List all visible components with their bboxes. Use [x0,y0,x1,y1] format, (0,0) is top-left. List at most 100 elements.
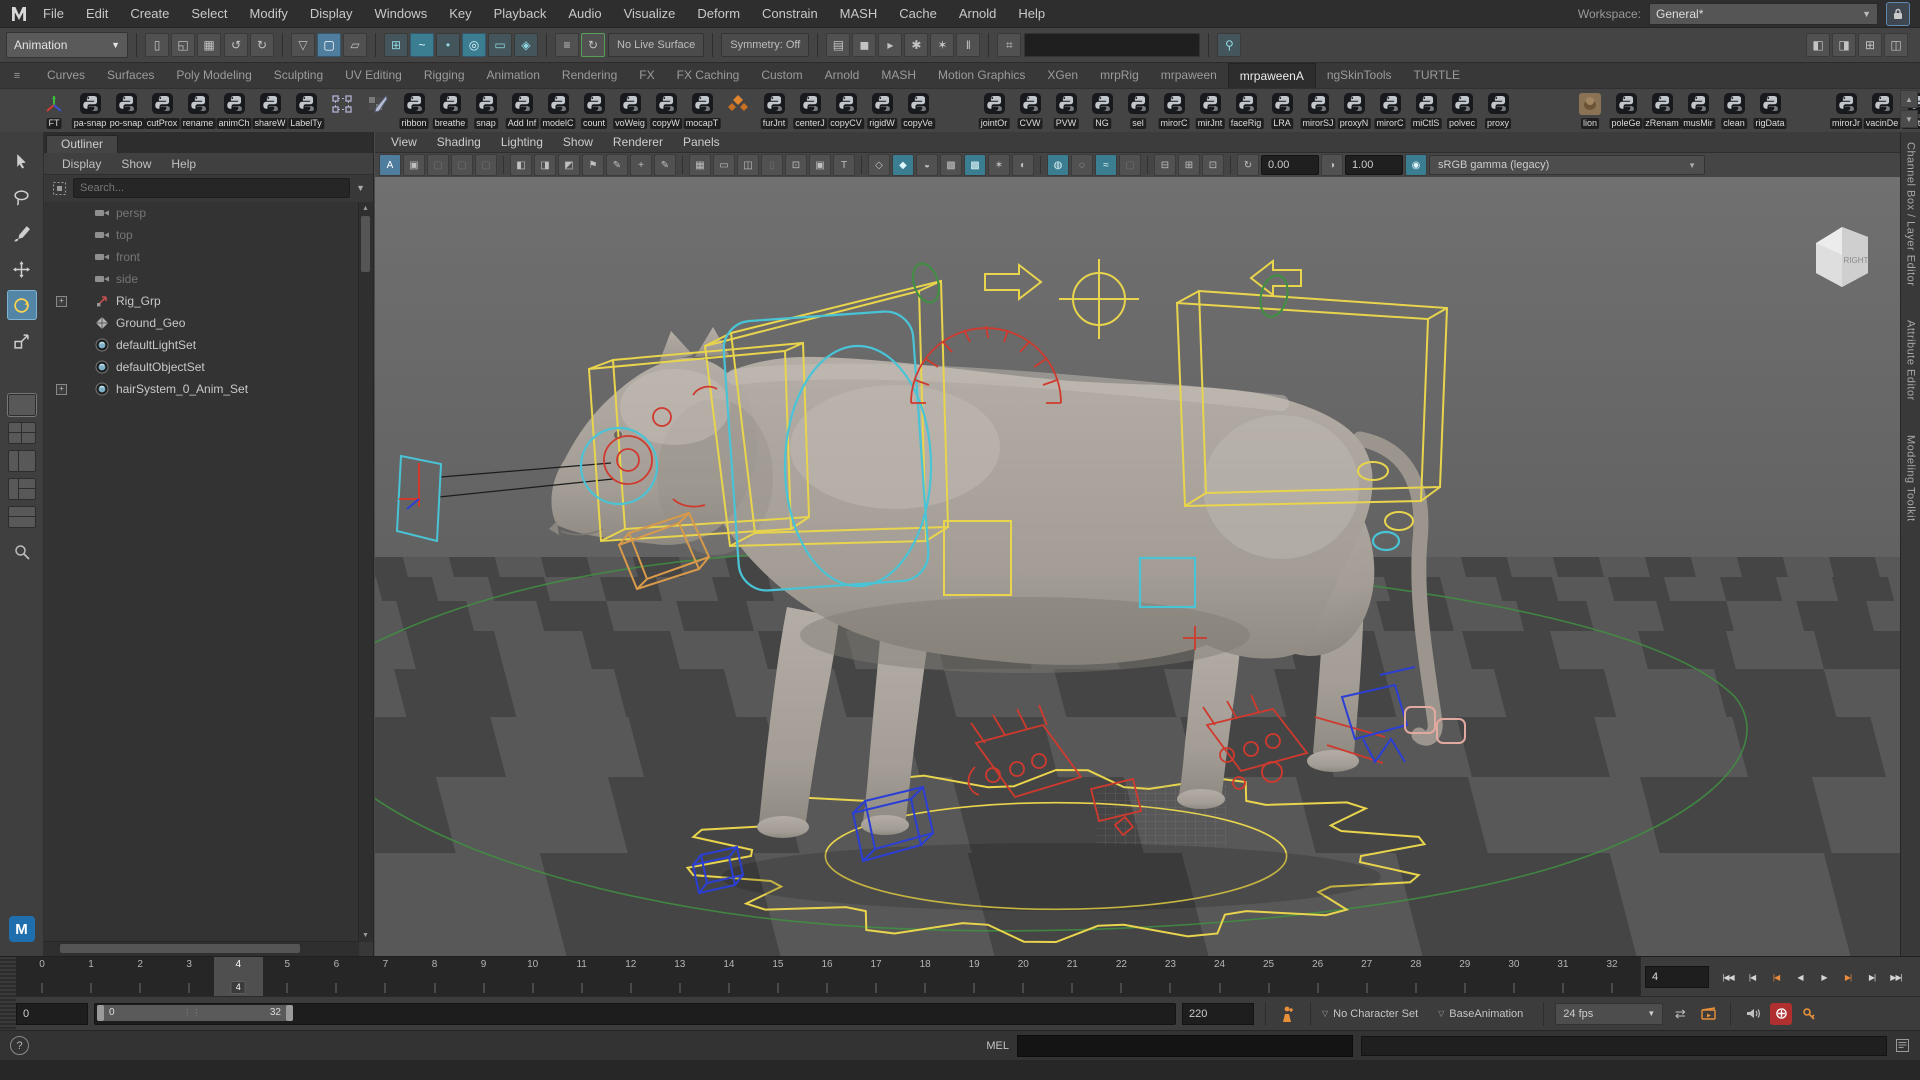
single-pane-layout-button[interactable] [8,394,36,416]
shelf-button-po-snap[interactable]: po-snap [108,90,144,132]
toggle-tool-settings-icon[interactable]: ◨ [1832,33,1856,57]
shelf-tab-uv-editing[interactable]: UV Editing [334,63,413,89]
pause-icon[interactable]: ‖ [956,33,980,57]
save-scene-icon[interactable]: ▦ [197,33,221,57]
go-to-start-button[interactable]: |◀◀ [1716,966,1740,988]
outliner-menu-show[interactable]: Show [113,157,159,171]
outliner-item-front[interactable]: front [44,246,359,268]
workspace-lock-icon[interactable] [1886,2,1910,26]
make-live-icon[interactable]: ◈ [514,33,538,57]
select-object-icon[interactable]: ▢ [317,33,341,57]
use-default-material-icon[interactable]: ▩ [964,154,986,176]
maya-badge-icon[interactable]: M [9,916,35,942]
shelf-tab-arnold[interactable]: Arnold [814,63,871,89]
next-view-icon[interactable]: ▢ [475,154,497,176]
shelf-button-breathe[interactable]: breathe [432,90,468,132]
persp-outliner-layout-button[interactable] [8,450,36,472]
render-current-frame-icon[interactable]: ◼ [852,33,876,57]
shelf-tab-mrpaween[interactable]: mrpaween [1150,63,1228,89]
annotate-icon[interactable]: ✎ [654,154,676,176]
viewport-menu-view[interactable]: View [381,135,427,149]
shelf-button-pa-snap[interactable]: pa-snap [72,90,108,132]
camera-aim-icon[interactable]: ◩ [558,154,580,176]
shelf-button-copyw[interactable]: copyW [648,90,684,132]
shelf-button-mirorsj[interactable]: mirorSJ [1300,90,1336,132]
outliner-item-defaultobjectset[interactable]: defaultObjectSet [44,356,359,378]
shelf-scroll-down-icon[interactable]: ▼ [1900,110,1918,128]
camera-attributes-icon[interactable]: ◧ [510,154,532,176]
shelf-button-count[interactable]: count [576,90,612,132]
menu-constrain[interactable]: Constrain [751,6,829,21]
current-frame-field[interactable]: 4 [1645,966,1709,988]
shelf-tab-fx[interactable]: FX [628,63,665,89]
auto-keyframe-toggle[interactable] [1770,1003,1792,1025]
menu-file[interactable]: File [32,6,75,21]
search-help-icon[interactable]: ⚲ [1217,33,1241,57]
shelf-button-vacinde[interactable]: vacinDe [1864,90,1900,132]
xray-joints-icon[interactable]: ⊡ [1202,154,1224,176]
move-tool[interactable] [7,254,37,284]
outliner-item-ground_geo[interactable]: Ground_Geo [44,312,359,334]
shelf-button-cvw[interactable]: CVW [1012,90,1048,132]
shelf-tab-poly-modeling[interactable]: Poly Modeling [165,63,262,89]
lasso-tool[interactable] [7,182,37,212]
outliner-menu-help[interactable]: Help [163,157,204,171]
open-scene-icon[interactable]: ◱ [171,33,195,57]
shelf-button-cutprox[interactable]: cutProx [144,90,180,132]
character-set-icon[interactable] [1277,1003,1299,1025]
right-tab-attribute-editor[interactable]: Attribute Editor [1905,320,1917,401]
shelf-button-modelc[interactable]: modelC [540,90,576,132]
right-tab-modeling-toolkit[interactable]: Modeling Toolkit [1905,435,1917,522]
exposure-field[interactable]: 0.00 [1261,155,1319,175]
construction-history-icon[interactable]: ↻ [581,33,605,57]
animation-preferences-icon[interactable] [1798,1003,1820,1025]
menu-select[interactable]: Select [180,6,238,21]
shelf-button-pvw[interactable]: PVW [1048,90,1084,132]
play-forwards-button[interactable]: ▶ [1812,966,1836,988]
shelf-button-facerig[interactable]: faceRig [1228,90,1264,132]
menu-help[interactable]: Help [1007,6,1056,21]
shelf-tab-mrprig[interactable]: mrpRig [1089,63,1150,89]
symmetry-field[interactable]: Symmetry: Off [721,33,809,57]
shelf-button-sharew[interactable]: shareW [252,90,288,132]
ipr-render-icon[interactable]: ▸ [878,33,902,57]
scale-tool[interactable] [7,326,37,356]
shelf-tab-animation[interactable]: Animation [476,63,551,89]
shelf-button-diamond[interactable] [720,90,756,132]
snap-curve-icon[interactable]: ~ [410,33,434,57]
fps-dropdown[interactable]: 24 fps▼ [1555,1003,1663,1025]
shelf-button-sel[interactable]: sel [1120,90,1156,132]
outliner-item-hairsystem_0_anim_set[interactable]: +hairSystem_0_Anim_Set [44,378,359,400]
shelf-button-mirorjr[interactable]: mirorJr [1828,90,1864,132]
menu-arnold[interactable]: Arnold [948,6,1008,21]
pan-zoom-icon[interactable]: + [630,154,652,176]
rotate-tool[interactable] [7,290,37,320]
menu-cache[interactable]: Cache [888,6,948,21]
outliner-item-side[interactable]: side [44,268,359,290]
exposure-icon[interactable]: ↻ [1237,154,1259,176]
zoom-tool-icon[interactable] [14,544,30,560]
scroll-up-icon[interactable]: ▲ [359,202,372,215]
shelf-tab-curves[interactable]: Curves [36,63,96,89]
outliner-item-defaultlightset[interactable]: defaultLightSet [44,334,359,356]
shelf-button-rename[interactable]: rename [180,90,216,132]
shelf-button-ribbon[interactable]: ribbon [396,90,432,132]
bookmark-icon[interactable]: ⚑ [582,154,604,176]
new-scene-icon[interactable]: ▯ [145,33,169,57]
shelf-button-mirorc[interactable]: mirorC [1372,90,1408,132]
menu-key[interactable]: Key [438,6,482,21]
film-gate-icon[interactable]: ▭ [713,154,735,176]
shelf-tab-rendering[interactable]: Rendering [551,63,628,89]
select-by-name-icon[interactable]: ⌗ [997,33,1021,57]
step-back-key-button[interactable]: |◀ [1764,966,1788,988]
shelf-button-rigdata[interactable]: rigData [1752,90,1788,132]
shelf-button-paint[interactable] [360,90,396,132]
select-hierarchy-icon[interactable]: ▽ [291,33,315,57]
outliner-item-rig_grp[interactable]: +Rig_Grp [44,290,359,312]
step-forward-frame-button[interactable]: ▶| [1860,966,1884,988]
toggle-channel-box-icon[interactable]: ◫ [1884,33,1908,57]
shelf-button-copycv[interactable]: copyCV [828,90,864,132]
shelf-button-proxyn[interactable]: proxyN [1336,90,1372,132]
shelf-button-musmir[interactable]: musMir [1680,90,1716,132]
shelf-button-labelty[interactable]: LabelTy [288,90,324,132]
